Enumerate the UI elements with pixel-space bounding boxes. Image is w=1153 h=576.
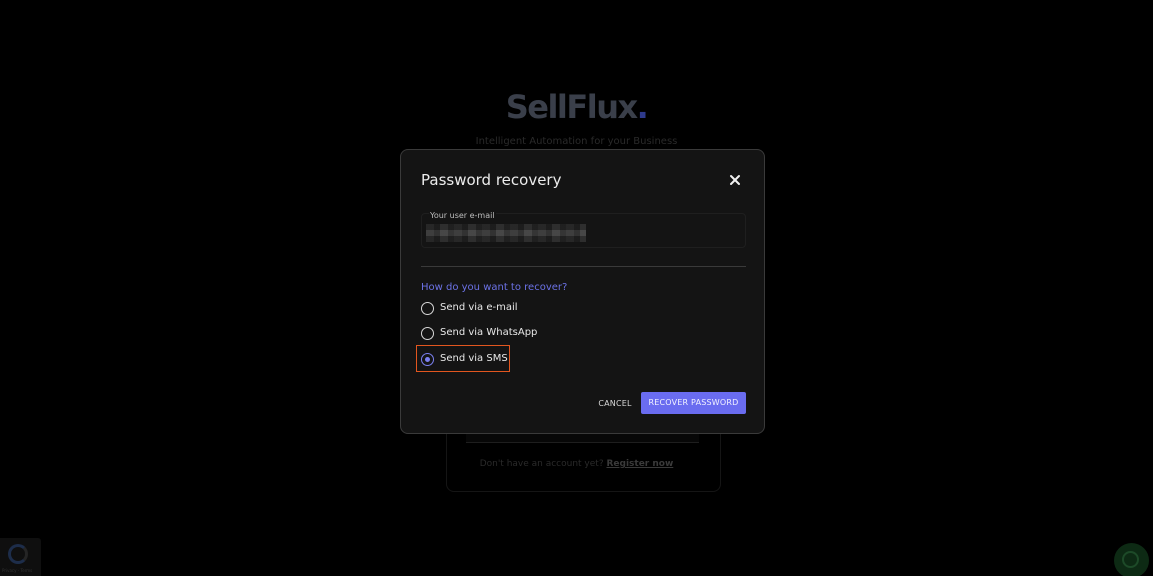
whatsapp-button[interactable] [1114,543,1149,576]
page: SellFlux. Intelligent Automation for you… [0,0,1153,576]
cancel-button[interactable]: CANCEL [595,396,635,412]
email-field-label: Your user e-mail [429,211,496,220]
password-recovery-dialog: Password recovery Your user e-mail How d… [400,149,765,434]
recaptcha-terms: Privacy - Terms [2,568,33,573]
register-prompt: Don't have an account yet? Register now [0,459,1153,469]
logo-text: SellFlux [505,88,638,126]
recaptcha-icon [8,544,28,564]
recaptcha-badge[interactable]: Privacy - Terms [0,538,41,576]
tagline: Intelligent Automation for your Business [475,136,678,147]
radio-email[interactable] [421,302,434,315]
register-prompt-text: Don't have an account yet? [479,459,604,469]
dialog-title: Password recovery [421,171,562,189]
email-value-mask [426,224,586,242]
register-link[interactable]: Register now [606,459,673,469]
recover-password-button[interactable]: RECOVER PASSWORD [641,392,746,414]
logo-dot: . [636,88,649,126]
radio-whatsapp-label: Send via WhatsApp [440,327,538,338]
logo: SellFlux. [0,88,1153,126]
selection-highlight [416,345,510,372]
recovery-method-question: How do you want to recover? [421,282,568,293]
email-field[interactable]: Your user e-mail [421,211,746,248]
whatsapp-icon [1122,551,1139,568]
close-button[interactable] [727,172,743,188]
divider [421,266,746,267]
close-icon [730,175,740,185]
radio-whatsapp[interactable] [421,327,434,340]
radio-email-label: Send via e-mail [440,302,518,313]
